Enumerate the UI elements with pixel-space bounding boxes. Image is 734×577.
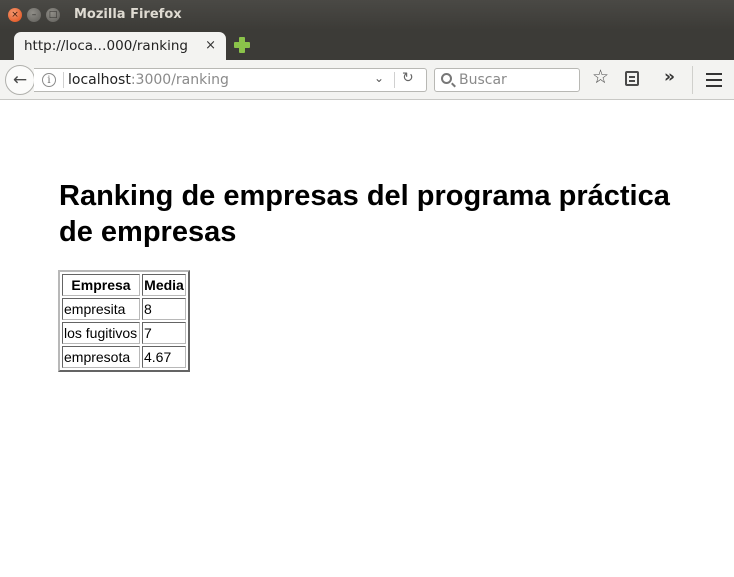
navigation-bar: ← i localhost:3000/ranking ⌄ ↻ ☆ » [0, 60, 734, 100]
menu-icon[interactable] [706, 73, 722, 87]
cell-media: 8 [142, 298, 186, 320]
tab-close-icon[interactable]: × [205, 38, 216, 53]
toolbar-separator [692, 66, 693, 94]
table-header-row: Empresa Media [62, 274, 186, 296]
url-separator [394, 72, 395, 88]
bookmark-star-icon[interactable]: ☆ [592, 66, 609, 88]
cell-media: 7 [142, 322, 186, 344]
cell-empresa: los fugitivos [62, 322, 140, 344]
column-header-media: Media [142, 274, 186, 296]
window-close-button[interactable]: × [8, 8, 22, 22]
ranking-table: Empresa Media empresita 8 los fugitivos … [58, 270, 190, 372]
window-title-bar: × – □ Mozilla Firefox [0, 0, 734, 30]
page-title: Ranking de empresas del programa práctic… [59, 180, 670, 248]
page-content: Ranking de empresas del programa práctic… [0, 101, 734, 577]
back-icon: ← [12, 70, 28, 90]
url-host: localhost [68, 72, 131, 88]
window-minimize-button[interactable]: – [27, 8, 41, 22]
search-input[interactable] [459, 71, 577, 89]
search-bar[interactable] [434, 68, 580, 92]
cell-empresa: empresita [62, 298, 140, 320]
url-path: :3000/ranking [130, 72, 229, 88]
back-button[interactable]: ← [5, 65, 35, 95]
table-row: empresita 8 [62, 298, 186, 320]
url-dropdown-icon[interactable]: ⌄ [374, 71, 384, 85]
table-row: empresota 4.67 [62, 346, 186, 368]
cell-media: 4.67 [142, 346, 186, 368]
overflow-icon[interactable]: » [664, 67, 675, 87]
reader-list-icon[interactable] [625, 71, 639, 86]
cell-empresa: empresota [62, 346, 140, 368]
reload-icon[interactable]: ↻ [402, 70, 414, 86]
tab-ranking[interactable]: http://loca…000/ranking × [14, 32, 226, 60]
window-maximize-button[interactable]: □ [46, 8, 60, 22]
tab-title: http://loca…000/ranking [24, 38, 188, 54]
url-text[interactable]: localhost:3000/ranking [68, 72, 229, 88]
info-icon[interactable]: i [42, 73, 56, 87]
url-bar[interactable]: i localhost:3000/ranking ⌄ ↻ [34, 68, 427, 92]
new-tab-icon[interactable] [234, 37, 250, 53]
column-header-empresa: Empresa [62, 274, 140, 296]
search-icon [441, 73, 452, 84]
url-separator [63, 72, 64, 88]
window-title: Mozilla Firefox [74, 7, 182, 22]
table-row: los fugitivos 7 [62, 322, 186, 344]
tab-strip: http://loca…000/ranking × [0, 30, 734, 60]
